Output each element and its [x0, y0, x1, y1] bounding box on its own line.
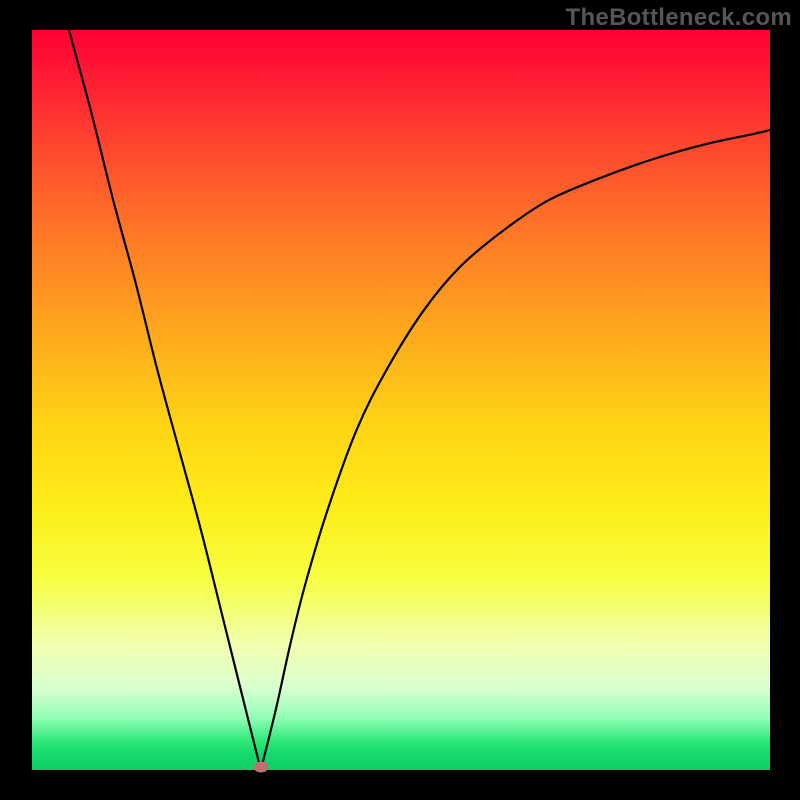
- chart-frame: TheBottleneck.com: [0, 0, 800, 800]
- plot-area: [32, 30, 770, 770]
- watermark-text: TheBottleneck.com: [566, 4, 792, 32]
- bottleneck-curve: [32, 30, 770, 770]
- minimum-point-marker: [253, 762, 268, 773]
